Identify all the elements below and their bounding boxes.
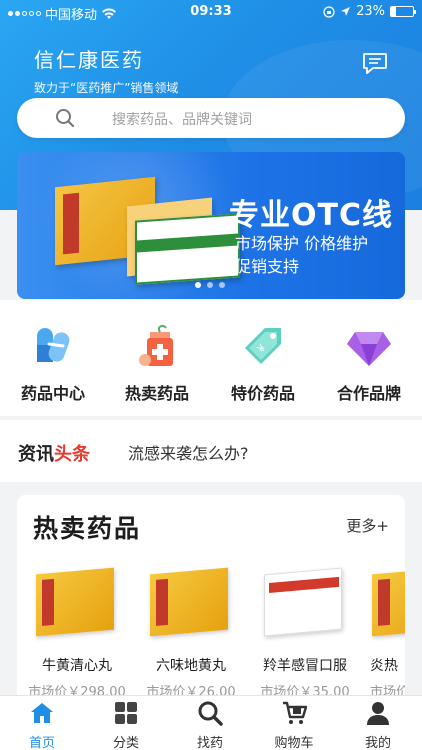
category-special-price[interactable]: ¥ 特价药品 <box>213 322 313 404</box>
search-bar[interactable]: 搜索药品、品牌关键词 <box>17 98 405 138</box>
tab-find-drug[interactable]: 找药 <box>168 700 252 750</box>
capsule-icon <box>37 328 70 362</box>
price-tag-icon: ¥ <box>245 328 281 364</box>
news-tag-highlight: 头条 <box>54 444 90 465</box>
tab-label: 找药 <box>196 736 223 750</box>
news-headline[interactable]: 流感来袭怎么办? <box>128 440 249 464</box>
category-label: 热卖药品 <box>124 384 189 403</box>
brand-name: 信仁康医药 <box>34 48 144 72</box>
tab-label: 分类 <box>112 736 139 750</box>
product-image <box>136 565 246 637</box>
banner-line-1: 市场保护 价格维护 <box>235 234 369 253</box>
product-card[interactable]: 牛黄清心丸 市场价￥298.00 <box>22 565 132 700</box>
category-hot-drugs[interactable]: 热卖药品 <box>107 322 207 404</box>
news-ticker[interactable]: 资讯头条 流感来袭怎么办? <box>0 420 422 482</box>
banner-headline: 专业OTC线 <box>229 198 393 233</box>
product-card-clip: 炎热 市场价 <box>364 565 405 715</box>
diamond-icon <box>347 332 391 366</box>
battery-percent: 23% <box>356 4 385 19</box>
medicine-bottle-icon <box>139 324 173 366</box>
carousel-dots[interactable] <box>195 282 225 288</box>
battery-icon <box>390 6 416 17</box>
hot-section-title: 热卖药品 <box>33 514 142 543</box>
location-icon <box>341 7 351 16</box>
category-label: 合作品牌 <box>336 384 401 403</box>
product-name: 牛黄清心丸 <box>42 658 112 674</box>
product-name: 羚羊感冒口服 <box>263 658 347 674</box>
cart-icon <box>283 701 308 724</box>
tab-cart[interactable]: 购物车 <box>252 700 336 750</box>
product-card[interactable]: 炎热 市场价 <box>364 565 405 700</box>
search-input[interactable]: 搜索药品、品牌关键词 <box>112 109 252 129</box>
status-right: 23% <box>323 4 416 19</box>
tab-label: 购物车 <box>274 736 314 750</box>
tab-label: 我的 <box>364 736 391 750</box>
tab-home[interactable]: 首页 <box>0 700 84 750</box>
product-card[interactable]: 六味地黄丸 市场价￥26.00 <box>136 565 246 700</box>
product-card[interactable]: 羚羊感冒口服 市场价￥35.00 <box>250 565 360 700</box>
search-icon <box>56 109 75 128</box>
message-icon[interactable] <box>362 52 388 74</box>
home-icon <box>31 703 53 723</box>
product-name: 炎热 <box>370 658 398 674</box>
brand-block: 信仁康医药 致力于“医药推广”销售领域 <box>34 44 178 96</box>
news-tag-prefix: 资讯 <box>18 444 54 465</box>
user-icon <box>367 702 389 725</box>
category-label: 特价药品 <box>230 384 295 403</box>
hot-products-panel: 热卖药品 更多+ 牛黄清心丸 市场价￥298.00 六味地黄丸 市场价￥26.0… <box>17 495 405 715</box>
app-root: 中国移动 09:33 23% 信仁康医药 致力于“医药推广”销售领域 搜索药品、… <box>0 0 422 750</box>
promo-banner[interactable]: 专业OTC线 市场保护 价格维护 促销支持 <box>17 152 405 299</box>
tab-label: 首页 <box>28 736 55 750</box>
category-drugs-center[interactable]: 药品中心 <box>3 322 103 404</box>
grid-icon <box>115 702 137 724</box>
more-link[interactable]: 更多+ <box>346 515 389 536</box>
product-image <box>250 565 360 637</box>
product-image <box>364 565 405 637</box>
product-name: 六味地黄丸 <box>156 658 226 674</box>
banner-line-2: 促销支持 <box>235 257 300 276</box>
product-image <box>22 565 132 637</box>
tab-mine[interactable]: 我的 <box>336 700 420 750</box>
tab-category[interactable]: 分类 <box>84 700 168 750</box>
search-icon <box>198 701 223 726</box>
product-box-image <box>135 213 240 285</box>
brand-slogan: 致力于“医药推广”销售领域 <box>34 81 179 95</box>
category-label: 药品中心 <box>20 384 85 403</box>
news-tag: 资讯头条 <box>18 440 90 466</box>
status-bar: 中国移动 09:33 23% <box>0 0 422 24</box>
bottom-tab-bar: 首页 分类 找药 购物车 我的 <box>0 695 422 750</box>
category-partner-brands[interactable]: 合作品牌 <box>319 322 419 404</box>
rotation-lock-icon <box>323 5 335 18</box>
